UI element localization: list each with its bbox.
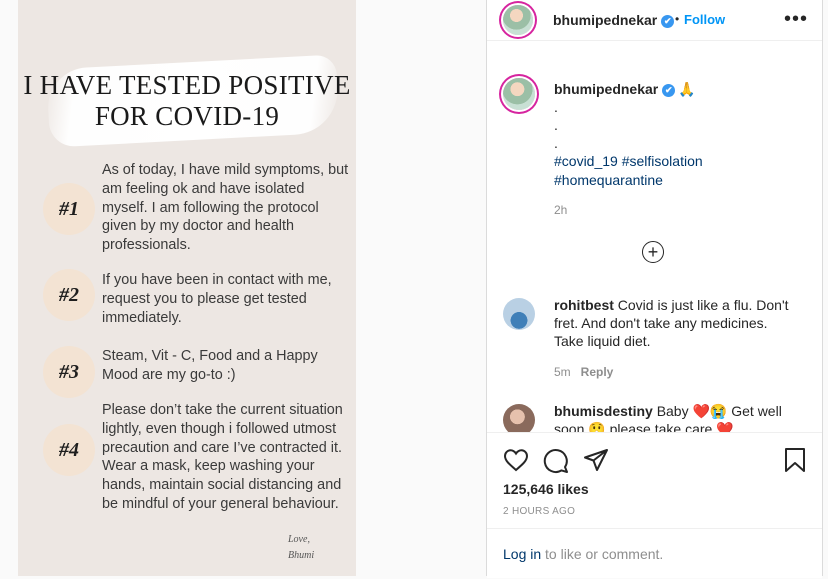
hashtags-line-2[interactable]: #homequarantine (554, 171, 794, 190)
comment-bhumisdestiny: bhumisdestiny Baby ❤️😭 Get well soon 😲 p… (554, 402, 799, 433)
posted-time: 2 HOURS AGO (503, 506, 576, 517)
load-more-comments-icon[interactable]: + (642, 241, 664, 263)
likes-count[interactable]: 125,646 likes (503, 481, 589, 497)
commenter-avatar-bhumisdestiny[interactable] (503, 404, 535, 433)
point-2-badge: #2 (43, 269, 95, 321)
login-link[interactable]: Log in (503, 546, 541, 562)
separator-dot: • (675, 12, 680, 26)
comment-clip-area: bhumisdestiny Baby ❤️😭 Get well soon 😲 p… (487, 395, 822, 433)
caption-dot-1: . (554, 99, 558, 115)
signoff-line-2: Bhumi (288, 550, 315, 561)
heart-icon[interactable] (503, 448, 529, 477)
actions-bar: 125,646 likes 2 HOURS AGO Log in to like… (487, 432, 822, 578)
point-1-text: As of today, I have mild symptoms, but a… (102, 162, 349, 254)
comment-username[interactable]: rohitbest (554, 297, 614, 313)
follow-button[interactable]: Follow (684, 12, 725, 27)
signoff-line-1: Love, (288, 534, 310, 545)
post-image: I HAVE TESTED POSITIVE FOR COVID-19 #1 A… (18, 0, 356, 576)
comment-rohitbest: rohitbest Covid is just like a flu. Don'… (554, 296, 799, 350)
image-headline: I HAVE TESTED POSITIVE FOR COVID-19 (18, 70, 356, 132)
point-2-text: If you have been in contact with me, req… (102, 272, 332, 326)
headline-line-2: FOR COVID-19 (94, 101, 280, 131)
caption-avatar[interactable] (503, 78, 535, 110)
point-3-text: Steam, Vit - C, Food and a Happy Mood ar… (102, 348, 318, 383)
login-rest-text: to like or comment. (541, 546, 664, 562)
more-options-icon[interactable]: ••• (784, 8, 808, 31)
login-row: Log in to like or comment. (487, 528, 822, 579)
post-side-panel: bhumipednekar ✔ • Follow ••• bhumipedneka… (486, 0, 823, 578)
login-prompt: Log in to like or comment. (503, 546, 663, 562)
bookmark-icon[interactable] (784, 447, 806, 478)
headline-line-1: I HAVE TESTED POSITIVE (23, 70, 351, 100)
caption-header: bhumipednekar ✔ 🙏 (554, 81, 696, 98)
signoff: Love, Bhumi (288, 532, 314, 564)
point-4-text: Please don’t take the current situation … (102, 402, 343, 512)
caption-time: 2h (554, 203, 568, 217)
point-3-badge: #3 (43, 346, 95, 398)
caption-dot-3: . (554, 135, 558, 151)
author-avatar[interactable] (503, 5, 533, 35)
comment-username[interactable]: bhumisdestiny (554, 403, 653, 419)
caption-verified-icon: ✔ (662, 83, 676, 97)
comment-time: 5m (554, 365, 571, 379)
reply-button[interactable]: Reply (581, 365, 614, 379)
verified-badge-icon: ✔ (661, 14, 675, 28)
comment-meta: 5m Reply (554, 365, 613, 379)
caption-hashtags: #covid_19 #selfisolation #homequarantine (554, 152, 794, 190)
share-icon[interactable] (583, 448, 609, 477)
author-username[interactable]: bhumipednekar (553, 12, 657, 28)
commenter-avatar-rohitbest[interactable] (503, 298, 535, 330)
pray-emoji: 🙏 (678, 81, 696, 97)
author-name[interactable]: bhumipednekar ✔ (553, 12, 675, 28)
comment-body-line-1: Baby ❤️😭 Get well (656, 403, 782, 419)
post-header: bhumipednekar ✔ • Follow ••• (487, 0, 822, 41)
comment-icon[interactable] (543, 448, 569, 479)
point-4-badge: #4 (43, 424, 95, 476)
point-1-badge: #1 (43, 183, 95, 235)
hashtags-line-1[interactable]: #covid_19 #selfisolation (554, 152, 794, 171)
caption-dot-2: . (554, 117, 558, 133)
caption-username[interactable]: bhumipednekar (554, 81, 658, 97)
